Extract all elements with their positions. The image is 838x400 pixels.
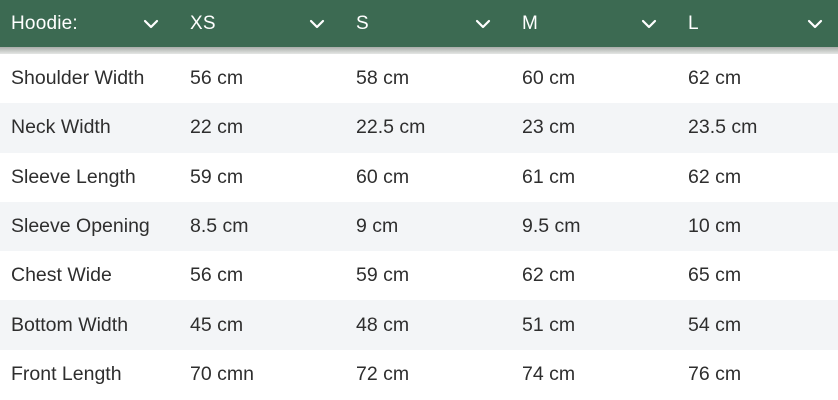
table-cell: 51 cm	[522, 313, 576, 336]
column-header-hoodie[interactable]: Hoodie:	[0, 0, 179, 47]
table-cell: 65 cm	[688, 264, 742, 287]
table-header-row: Hoodie: XS S M L	[0, 0, 838, 47]
table-cell: 23.5 cm	[688, 116, 758, 139]
table-cell: 9.5 cm	[522, 215, 581, 238]
table-cell: 10 cm	[688, 215, 742, 238]
table-cell: 76 cm	[688, 362, 742, 385]
chevron-down-icon[interactable]	[472, 13, 494, 35]
table-row: Front Length 70 cmn 72 cm 74 cm 76 cm	[0, 349, 838, 400]
chevron-down-icon[interactable]	[804, 13, 826, 35]
column-header-label: Hoodie:	[11, 12, 78, 34]
column-header-label: XS	[190, 12, 216, 34]
table-cell: 62 cm	[688, 67, 742, 90]
table-cell: 59 cm	[356, 264, 410, 287]
table-row: Neck Width 22 cm 22.5 cm 23 cm 23.5 cm	[0, 103, 838, 153]
table-row: Sleeve Length 59 cm 60 cm 61 cm 62 cm	[0, 152, 838, 202]
column-header-label: M	[522, 12, 539, 34]
table-cell: 56 cm	[190, 67, 244, 90]
table-cell: 54 cm	[688, 313, 742, 336]
row-label: Shoulder Width	[11, 67, 145, 90]
table-cell: 22 cm	[190, 116, 244, 139]
table-cell: 58 cm	[356, 67, 410, 90]
table-cell: 70 cmn	[190, 362, 254, 385]
table-cell: 8.5 cm	[190, 215, 249, 238]
row-label: Sleeve Length	[11, 165, 136, 188]
column-header-s[interactable]: S	[345, 0, 511, 47]
table-cell: 60 cm	[356, 165, 410, 188]
table-cell: 9 cm	[356, 215, 399, 238]
table-cell: 56 cm	[190, 264, 244, 287]
table-cell: 62 cm	[688, 165, 742, 188]
table-cell: 72 cm	[356, 362, 410, 385]
chevron-down-icon[interactable]	[306, 13, 328, 35]
row-label: Sleeve Opening	[11, 215, 150, 238]
table-cell: 59 cm	[190, 165, 244, 188]
table-cell: 23 cm	[522, 116, 576, 139]
column-header-label: L	[688, 12, 699, 34]
table-row: Bottom Width 45 cm 48 cm 51 cm 54 cm	[0, 300, 838, 350]
table-row: Chest Wide 56 cm 59 cm 62 cm 65 cm	[0, 251, 838, 301]
column-header-xs[interactable]: XS	[179, 0, 345, 47]
row-label: Bottom Width	[11, 313, 129, 336]
chevron-down-icon[interactable]	[140, 13, 162, 35]
table-cell: 45 cm	[190, 313, 244, 336]
chevron-down-icon[interactable]	[638, 13, 660, 35]
table-cell: 61 cm	[522, 165, 576, 188]
size-chart-table: Hoodie: XS S M L Shoulder Width 56 cm 58…	[0, 0, 838, 400]
row-label: Front Length	[11, 362, 122, 385]
column-header-label: S	[356, 12, 369, 34]
row-label: Chest Wide	[11, 264, 112, 287]
table-cell: 74 cm	[522, 362, 576, 385]
table-cell: 60 cm	[522, 67, 576, 90]
table-cell: 62 cm	[522, 264, 576, 287]
table-cell: 48 cm	[356, 313, 410, 336]
table-row: Sleeve Opening 8.5 cm 9 cm 9.5 cm 10 cm	[0, 201, 838, 252]
column-header-l[interactable]: L	[677, 0, 838, 47]
row-label: Neck Width	[11, 116, 111, 139]
table-row: Shoulder Width 56 cm 58 cm 60 cm 62 cm	[0, 54, 838, 104]
header-divider	[0, 47, 838, 54]
column-header-m[interactable]: M	[511, 0, 677, 47]
table-cell: 22.5 cm	[356, 116, 426, 139]
